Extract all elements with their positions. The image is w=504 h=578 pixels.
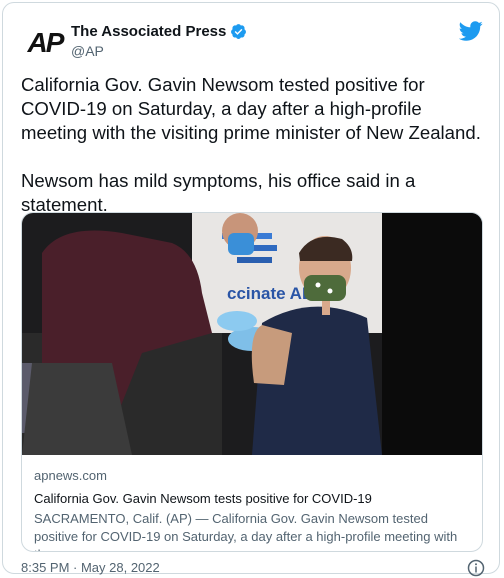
verified-badge-icon <box>231 24 247 39</box>
author-display-name[interactable]: The Associated Press <box>71 23 226 40</box>
author-name-row[interactable]: The Associated Press <box>71 23 247 40</box>
author-handle[interactable]: @AP <box>71 43 104 59</box>
timestamp-text[interactable]: 8:35 PM · May 28, 2022 <box>21 560 160 575</box>
tweet-text: California Gov. Gavin Newsom tested posi… <box>21 74 481 215</box>
link-description: SACRAMENTO, Calif. (AP) — California Gov… <box>34 511 458 551</box>
link-title: California Gov. Gavin Newsom tests posit… <box>34 491 372 506</box>
avatar[interactable]: AP <box>21 19 69 67</box>
link-preview-card[interactable]: ccinate ALL 5 apnews.com California Gov.… <box>21 212 483 552</box>
link-domain: apnews.com <box>34 468 107 483</box>
info-icon[interactable] <box>467 559 485 577</box>
twitter-bird-icon[interactable] <box>459 19 483 43</box>
tweet-card: AP The Associated Press @AP California G… <box>2 2 500 577</box>
link-meta[interactable]: apnews.com California Gov. Gavin Newsom … <box>34 467 474 551</box>
article-photo[interactable]: ccinate ALL 5 <box>22 213 483 455</box>
timestamp[interactable]: 8:35 PM · May 28, 2022 <box>21 560 160 575</box>
avatar-logo-text: AP <box>27 27 65 58</box>
